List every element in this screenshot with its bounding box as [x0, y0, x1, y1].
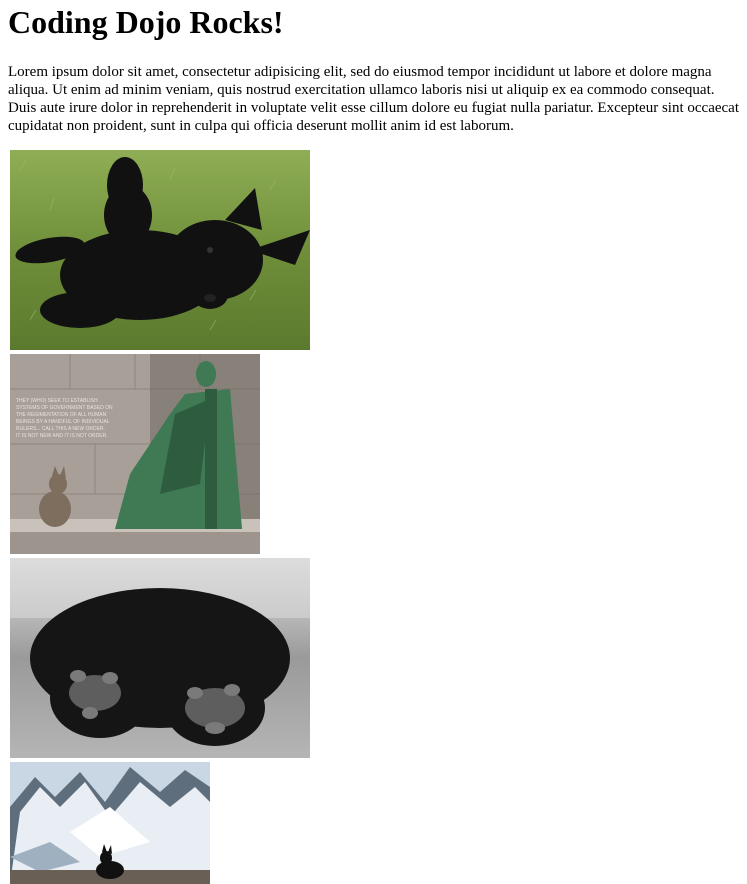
page-title: Coding Dojo Rocks! — [8, 4, 284, 40]
inscription-line-5: RULERS... CALL THIS A NEW ORDER. — [16, 426, 105, 432]
dog-paws-image — [10, 558, 310, 758]
intro-paragraph: Lorem ipsum dolor sit amet, consectetur … — [8, 64, 739, 134]
puppy-on-grass-image — [10, 150, 310, 350]
inscription-line-2: SYSTEMS OF GOVERNMENT BASED ON — [16, 405, 113, 411]
mountain-landscape-image — [10, 762, 210, 884]
statue-with-dog-image: THEY (WHO) SEEK TO ESTABLISH SYSTEMS OF … — [10, 354, 260, 554]
inscription-line-4: BEINGS BY A HANDFUL OF INDIVIDUAL — [16, 419, 110, 425]
page-content: Coding Dojo Rocks! Lorem ipsum dolor sit… — [0, 0, 747, 884]
inscription-line-6: IT IS NOT NEW AND IT IS NOT ORDER. — [16, 433, 108, 439]
inscription-line-1: THEY (WHO) SEEK TO ESTABLISH — [16, 398, 98, 404]
inscription-line-3: THE REGIMENTATION OF ALL HUMAN — [16, 412, 107, 418]
